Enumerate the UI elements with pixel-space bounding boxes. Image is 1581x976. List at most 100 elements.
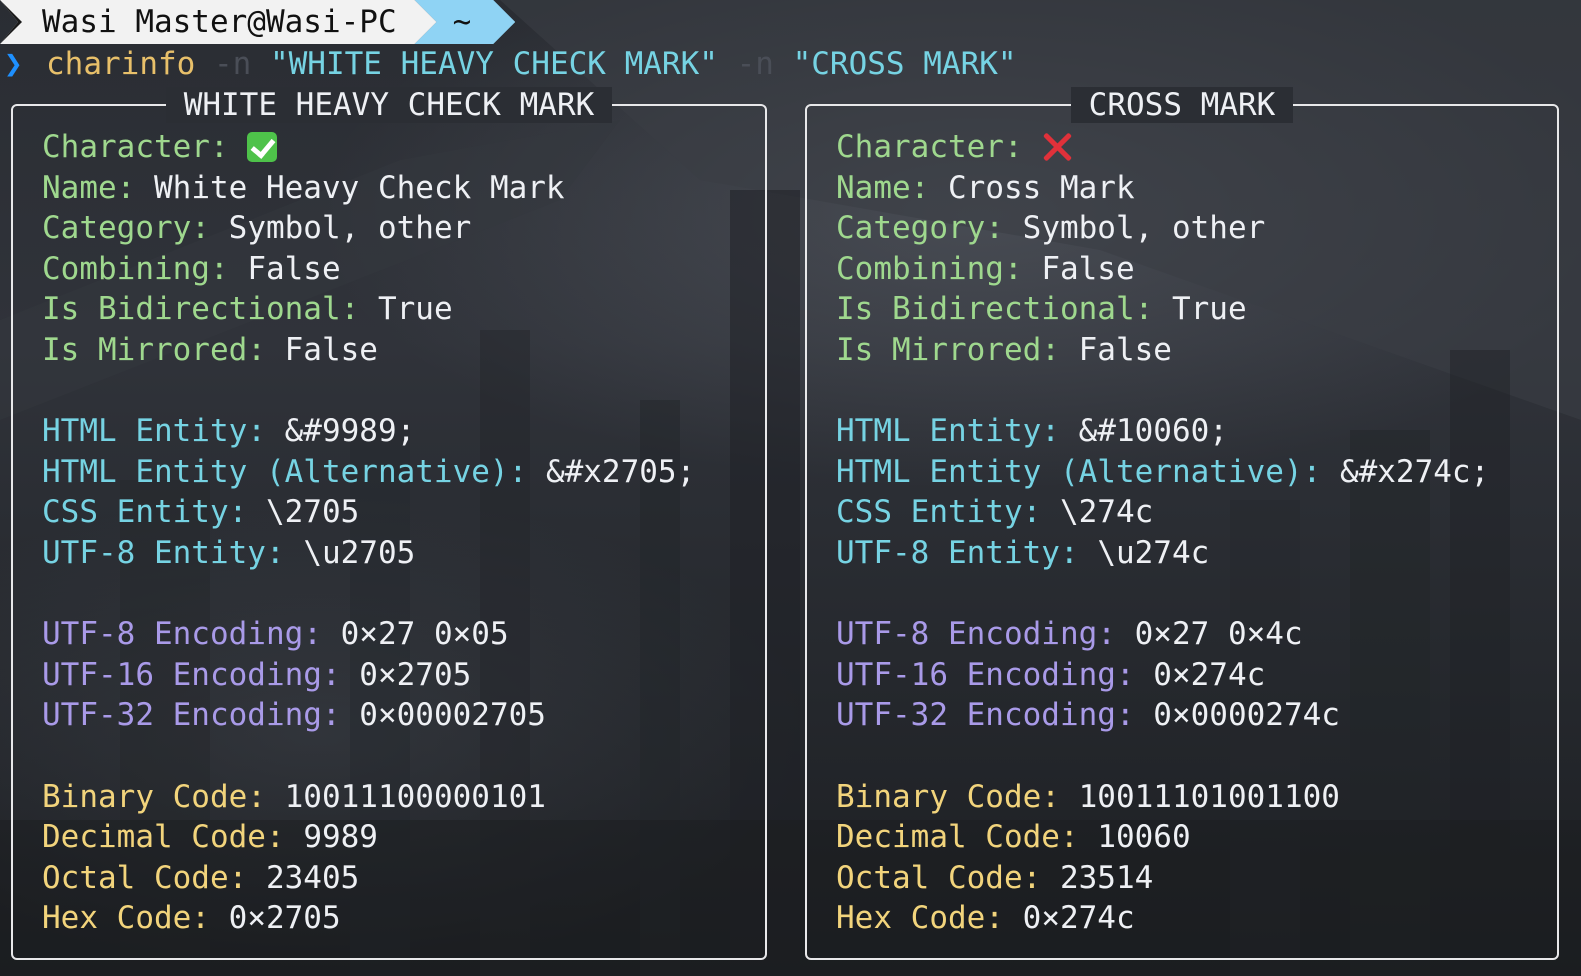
row-character: Character: xyxy=(836,127,1489,168)
value-combining: False xyxy=(247,250,341,287)
check-mark-icon xyxy=(247,132,278,162)
row-decimal: Decimal Code: 10060 xyxy=(836,817,1489,858)
value-html-entity-alt: &#x274c; xyxy=(1339,453,1490,490)
row-mirrored: Is Mirrored: False xyxy=(836,330,1489,371)
value-name: Cross Mark xyxy=(948,169,1135,206)
row-category: Category: Symbol, other xyxy=(42,208,695,249)
panel-title: WHITE HEAVY CHECK MARK xyxy=(165,87,613,123)
panel-title-row: CROSS MARK xyxy=(807,85,1557,125)
label-name: Name: xyxy=(42,169,136,206)
row-html-entity: HTML Entity: &#9989; xyxy=(42,411,695,452)
label-decimal: Decimal Code: xyxy=(836,819,1079,856)
label-bidi: Is Bidirectional: xyxy=(836,291,1154,328)
panel-title: CROSS MARK xyxy=(1070,87,1294,123)
command-space xyxy=(774,46,793,82)
row-spacer xyxy=(42,371,695,412)
label-css-entity: CSS Entity: xyxy=(836,494,1042,531)
label-utf8-encoding: UTF-8 Encoding: xyxy=(836,616,1116,653)
value-category: Symbol, other xyxy=(1022,210,1266,247)
command-arg-1: "WHITE HEAVY CHECK MARK" xyxy=(269,46,718,82)
prompt-dir: ~ xyxy=(452,4,472,40)
value-binary: 10011101001100 xyxy=(1078,778,1340,815)
label-utf8-entity: UTF-8 Entity: xyxy=(836,534,1079,571)
row-utf8-encoding: UTF-8 Encoding: 0×27 0×05 xyxy=(42,614,695,655)
label-binary: Binary Code: xyxy=(836,778,1060,815)
row-mirrored: Is Mirrored: False xyxy=(42,330,695,371)
row-name: Name: Cross Mark xyxy=(836,168,1489,209)
label-html-entity-alt: HTML Entity (Alternative): xyxy=(42,453,528,490)
row-utf16-encoding: UTF-16 Encoding: 0×2705 xyxy=(42,655,695,696)
value-decimal: 9989 xyxy=(303,819,378,856)
value-css-entity: \2705 xyxy=(265,494,360,531)
row-name: Name: White Heavy Check Mark xyxy=(42,168,695,209)
label-category: Category: xyxy=(42,210,210,247)
value-html-entity: &#10060; xyxy=(1078,413,1228,450)
label-bidi: Is Bidirectional: xyxy=(42,291,360,328)
value-html-entity-alt: &#x2705; xyxy=(545,453,696,490)
label-binary: Binary Code: xyxy=(42,778,266,815)
shell-prompt: Wasi Master@Wasi-PC ~ xyxy=(0,0,515,44)
label-octal: Octal Code: xyxy=(836,859,1042,896)
label-hex: Hex Code: xyxy=(836,900,1004,937)
row-category: Category: Symbol, other xyxy=(836,208,1489,249)
label-html-entity-alt: HTML Entity (Alternative): xyxy=(836,453,1322,490)
panel-rows: Character: Name: White Heavy Check Mark … xyxy=(42,127,695,939)
row-combining: Combining: False xyxy=(836,249,1489,290)
row-html-entity-alt: HTML Entity (Alternative): &#x274c; xyxy=(836,452,1489,493)
row-utf8-encoding: UTF-8 Encoding: 0×27 0×4c xyxy=(836,614,1489,655)
label-mirrored: Is Mirrored: xyxy=(836,331,1060,368)
row-octal: Octal Code: 23514 xyxy=(836,858,1489,899)
row-binary: Binary Code: 10011100000101 xyxy=(42,777,695,818)
label-decimal: Decimal Code: xyxy=(42,819,285,856)
command-line[interactable]: ❯ charinfo -n "WHITE HEAVY CHECK MARK" -… xyxy=(0,44,1017,84)
label-utf16-encoding: UTF-16 Encoding: xyxy=(42,656,341,693)
row-spacer xyxy=(42,574,695,615)
value-css-entity: \274c xyxy=(1059,494,1154,531)
command-space xyxy=(195,46,214,82)
value-utf8-entity: \u274c xyxy=(1097,534,1210,571)
value-hex: 0×274c xyxy=(1022,900,1135,937)
value-bidi: True xyxy=(377,291,453,328)
command-arg-2: "CROSS MARK" xyxy=(792,46,1017,82)
label-character: Character: xyxy=(836,129,1023,165)
row-bidi: Is Bidirectional: True xyxy=(836,289,1489,330)
row-combining: Combining: False xyxy=(42,249,695,290)
prompt-arrow-icon xyxy=(0,0,22,44)
row-css-entity: CSS Entity: \2705 xyxy=(42,492,695,533)
value-utf32-encoding: 0×0000274c xyxy=(1153,697,1340,734)
value-category: Symbol, other xyxy=(228,210,472,247)
panel-rows: Character: Name: Cross Mark Category: Sy… xyxy=(836,127,1489,939)
row-utf8-entity: UTF-8 Entity: \u274c xyxy=(836,533,1489,574)
cross-mark-icon xyxy=(1041,131,1073,163)
row-utf16-encoding: UTF-16 Encoding: 0×274c xyxy=(836,655,1489,696)
value-utf16-encoding: 0×2705 xyxy=(359,656,472,693)
char-panel-cross-mark: CROSS MARK Character: Name: Cross Mark C… xyxy=(805,87,1559,960)
value-html-entity: &#9989; xyxy=(284,413,416,450)
command-space xyxy=(718,46,737,82)
value-mirrored: False xyxy=(1078,331,1172,368)
value-octal: 23405 xyxy=(265,859,360,896)
label-mirrored: Is Mirrored: xyxy=(42,331,266,368)
row-hex: Hex Code: 0×274c xyxy=(836,898,1489,939)
row-utf32-encoding: UTF-32 Encoding: 0×00002705 xyxy=(42,695,695,736)
label-html-entity: HTML Entity: xyxy=(836,413,1060,450)
value-hex: 0×2705 xyxy=(228,900,341,937)
row-spacer xyxy=(42,736,695,777)
row-decimal: Decimal Code: 9989 xyxy=(42,817,695,858)
value-utf16-encoding: 0×274c xyxy=(1153,656,1266,693)
panel-title-row: WHITE HEAVY CHECK MARK xyxy=(13,85,765,125)
label-utf32-encoding: UTF-32 Encoding: xyxy=(836,697,1135,734)
row-hex: Hex Code: 0×2705 xyxy=(42,898,695,939)
row-html-entity-alt: HTML Entity (Alternative): &#x2705; xyxy=(42,452,695,493)
value-combining: False xyxy=(1041,250,1135,287)
label-combining: Combining: xyxy=(42,250,229,287)
value-name: White Heavy Check Mark xyxy=(154,169,565,206)
label-css-entity: CSS Entity: xyxy=(42,494,248,531)
prompt-user: Wasi Master@Wasi-PC xyxy=(42,4,397,40)
row-css-entity: CSS Entity: \274c xyxy=(836,492,1489,533)
label-character: Character: xyxy=(42,129,229,165)
value-utf8-encoding: 0×27 0×4c xyxy=(1134,616,1303,653)
label-utf8-entity: UTF-8 Entity: xyxy=(42,534,285,571)
row-spacer xyxy=(836,736,1489,777)
label-combining: Combining: xyxy=(836,250,1023,287)
